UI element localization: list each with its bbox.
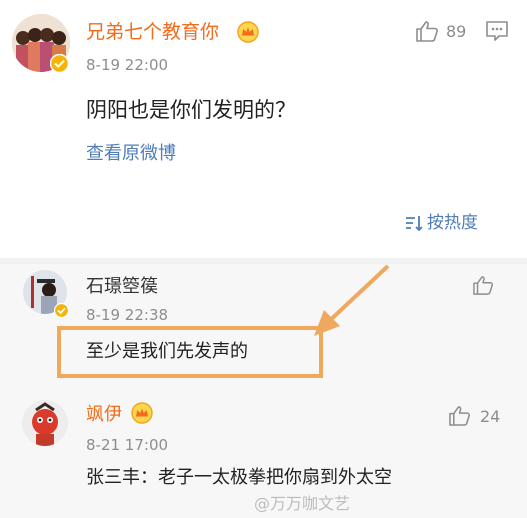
highlight-box: [57, 326, 323, 378]
reply-username[interactable]: 飒伊: [86, 404, 122, 426]
crown-badge-icon: [131, 402, 153, 424]
reply-timestamp: 8-21 17:00: [86, 436, 169, 454]
crown-badge-icon: [237, 21, 259, 43]
thumb-up-icon[interactable]: [472, 275, 494, 295]
sort-label: 按热度: [427, 213, 478, 233]
thumb-up-icon[interactable]: [448, 405, 471, 426]
verified-badge-icon: [50, 54, 69, 73]
verified-badge-icon: [54, 303, 69, 318]
watermark: @万万咖文艺: [254, 494, 351, 513]
arrow-annotation-icon: [314, 264, 390, 336]
top-comment-timestamp: 8-19 22:00: [86, 56, 169, 74]
comment-icon[interactable]: [485, 20, 509, 42]
reply-timestamp: 8-19 22:38: [86, 306, 169, 324]
sort-icon: [406, 216, 423, 232]
thumb-up-icon[interactable]: [415, 20, 439, 42]
top-comment-text: 阴阳也是你们发明的？: [86, 98, 296, 122]
top-comment-card: 兄弟七个教育你 8-19 22:00 89 阴阳也是你们发明的？ 查看原微博 按…: [0, 0, 527, 258]
view-original-link[interactable]: 查看原微博: [86, 143, 176, 165]
top-comment-username[interactable]: 兄弟七个教育你: [86, 21, 219, 43]
top-comment-like-count: 89: [446, 22, 467, 41]
reply-username[interactable]: 石璟箜篌: [86, 276, 158, 298]
reply-like-count: 24: [480, 407, 501, 426]
sort-by-heat-button[interactable]: 按热度: [404, 212, 478, 234]
reply-avatar[interactable]: [22, 400, 68, 446]
reply-text: 张三丰：老子一太极拳把你扇到外太空: [86, 467, 392, 488]
